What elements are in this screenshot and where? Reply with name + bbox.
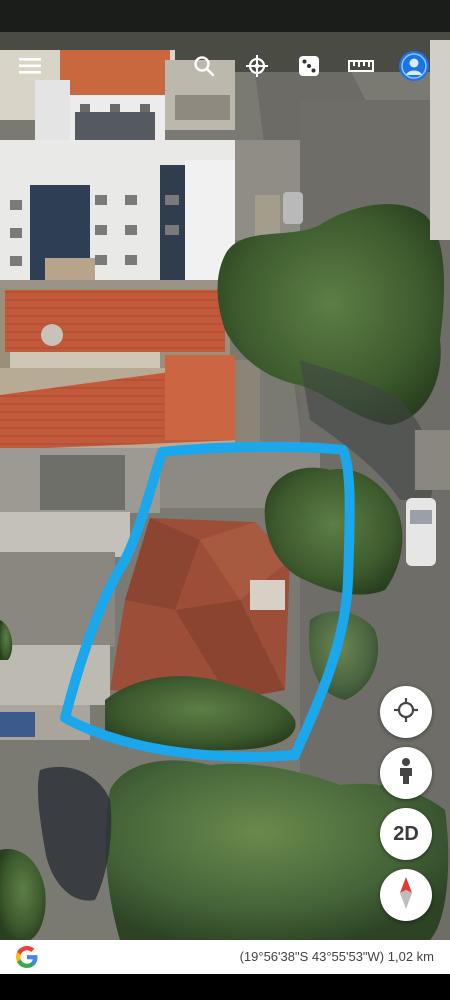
view-mode-toggle-button[interactable]: 2D — [380, 808, 432, 860]
pegman-icon — [396, 757, 416, 790]
compass-icon — [396, 876, 416, 915]
system-nav-bar — [0, 974, 450, 1000]
measure-ruler-icon[interactable] — [345, 50, 377, 82]
voyager-icon[interactable] — [241, 50, 273, 82]
random-dice-icon[interactable] — [293, 50, 325, 82]
compass-button[interactable] — [380, 869, 432, 921]
menu-icon[interactable] — [14, 50, 46, 82]
account-avatar-icon[interactable] — [398, 50, 430, 82]
coordinates-readout: (19°56'38"S 43°55'53"W) 1,02 km — [239, 949, 434, 964]
view-mode-label: 2D — [393, 822, 419, 845]
my-location-button[interactable] — [380, 686, 432, 738]
search-icon[interactable] — [188, 50, 220, 82]
my-location-icon — [393, 697, 419, 728]
status-bar — [0, 0, 450, 32]
satellite-map[interactable] — [0, 32, 450, 940]
top-toolbar — [0, 40, 450, 90]
bottom-info-bar: (19°56'38"S 43°55'53"W) 1,02 km — [0, 940, 450, 974]
google-logo-icon — [14, 944, 40, 970]
satellite-imagery — [0, 32, 450, 940]
street-view-button[interactable] — [380, 747, 432, 799]
